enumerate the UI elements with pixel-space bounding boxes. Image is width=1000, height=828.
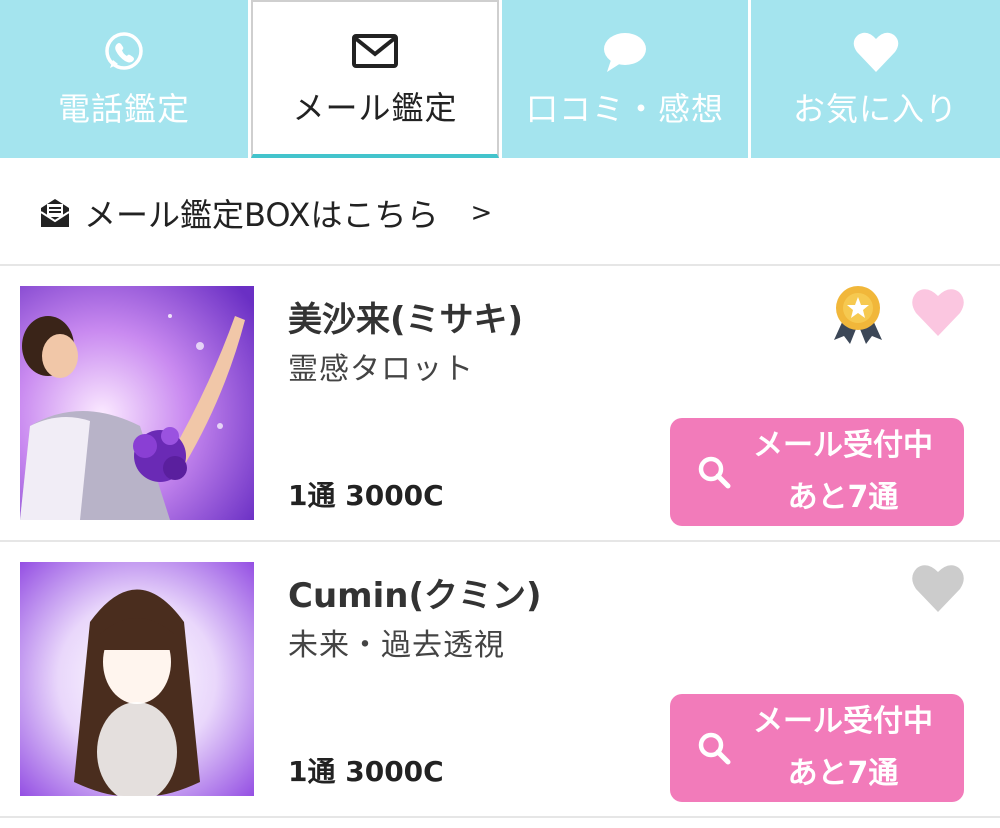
button-remaining-label: あと7通 [787,756,899,791]
tab-reviews[interactable]: 口コミ・感想 [502,0,748,158]
mail-button-text: メール受付中 あと7通 [732,420,954,524]
mail-reception-button[interactable]: メール受付中 あと7通 [670,418,964,526]
button-status-label: メール受付中 [753,428,933,463]
tab-mail-reading[interactable]: メール鑑定 [251,0,499,158]
search-icon [696,730,732,766]
chevron-right-icon: > [470,198,493,228]
fortune-teller-price: 1通 3000C [288,755,444,788]
mailbox-label: メール鑑定BOXはこちら [84,196,439,234]
fortune-teller-genre: 未来・過去透視 [288,628,505,663]
fortune-teller-card[interactable]: Cumin(クミン) 未来・過去透視 1通 3000C メール受付中 あと7通 [0,542,1000,818]
fortune-teller-genre: 霊感タロット [288,352,474,387]
mail-reading-box-link[interactable]: メール鑑定BOXはこちら > [0,162,1000,266]
tab-bar: 電話鑑定 メール鑑定 口コミ・感想 お気に入り [0,0,1000,160]
tab-label: 電話鑑定 [57,90,190,128]
button-status-label: メール受付中 [753,704,933,739]
tab-phone-reading[interactable]: 電話鑑定 [0,0,248,158]
tab-label: お気に入り [792,90,958,128]
fortune-teller-name: 美沙来(ミサキ) [288,300,524,340]
search-icon [696,454,732,490]
fortune-teller-price: 1通 3000C [288,479,444,512]
favorite-heart-icon[interactable] [910,562,966,614]
mail-button-text: メール受付中 あと7通 [732,696,954,800]
mail-reception-button[interactable]: メール受付中 あと7通 [670,694,964,802]
fortune-teller-photo [20,562,254,796]
favorite-heart-icon[interactable] [910,286,966,338]
heart-icon [852,28,900,76]
speech-bubble-icon [601,28,649,76]
envelope-icon [351,27,399,75]
fortune-teller-card[interactable]: 美沙来(ミサキ) 霊感タロット 1通 3000C メール受付中 あと7通 [0,266,1000,542]
tab-favorites[interactable]: お気に入り [751,0,1000,158]
fortune-teller-name: Cumin(クミン) [288,576,542,616]
award-badge-icon [830,284,886,346]
whatsapp-phone-icon [102,28,146,76]
fortune-teller-photo [20,286,254,520]
mail-inbox-icon [38,194,76,232]
tab-label: メール鑑定 [292,89,458,127]
tab-label: 口コミ・感想 [525,90,724,128]
button-remaining-label: あと7通 [787,480,899,515]
